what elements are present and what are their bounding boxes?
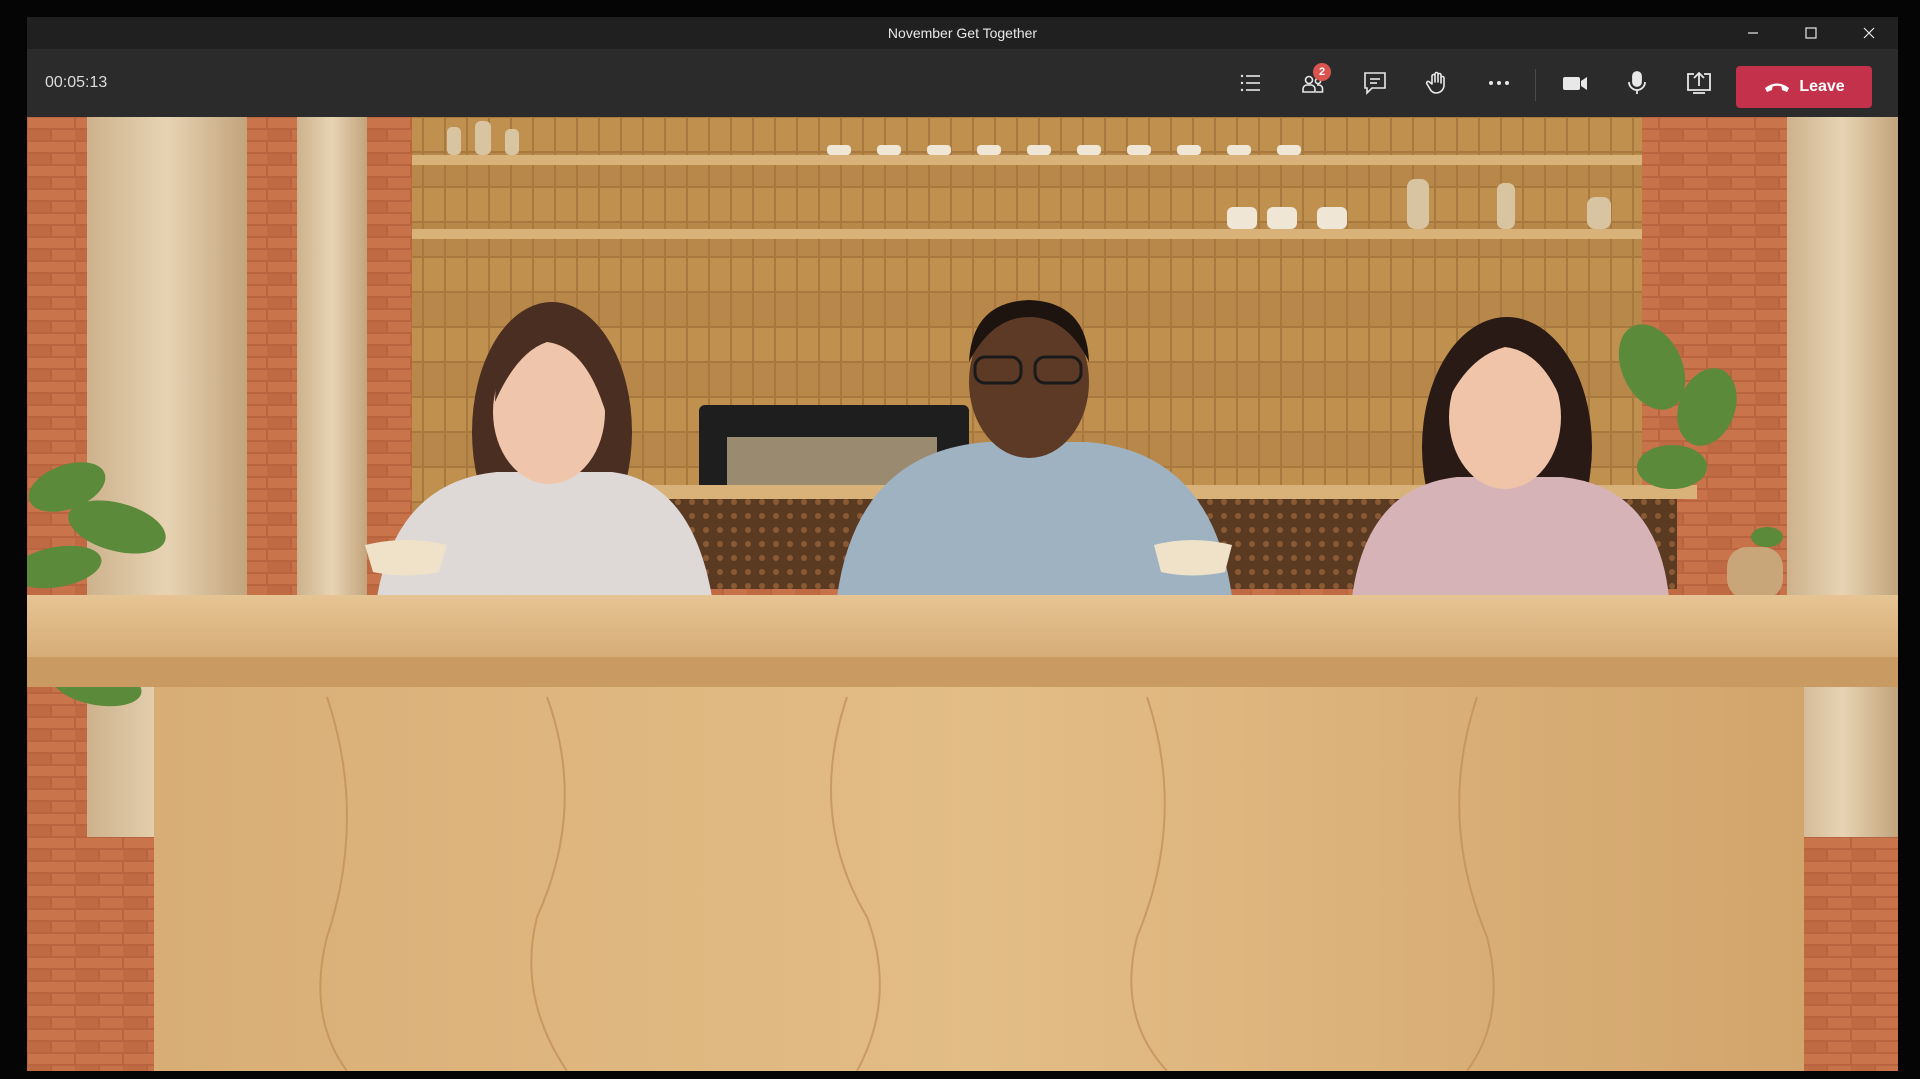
- chat-button[interactable]: [1355, 63, 1395, 103]
- leave-button[interactable]: Leave: [1736, 66, 1872, 108]
- share-screen-button[interactable]: [1679, 63, 1719, 103]
- microphone-button[interactable]: [1617, 63, 1657, 103]
- maximize-icon: [1805, 27, 1817, 39]
- close-icon: [1863, 27, 1875, 39]
- more-icon: [1489, 81, 1509, 85]
- meeting-toolbar: 00:05:13 2 Leave: [27, 49, 1898, 117]
- more-options-button[interactable]: [1479, 63, 1519, 103]
- raise-hand-icon: [1425, 71, 1445, 94]
- list-icon: [1240, 74, 1260, 92]
- participants-badge: 2: [1313, 63, 1331, 81]
- meeting-timer: 00:05:13: [45, 74, 108, 91]
- camera-icon: [1563, 77, 1587, 90]
- leave-label: Leave: [1799, 78, 1845, 95]
- window-title: November Get Together: [887, 25, 1038, 41]
- share-screen-icon: [1687, 71, 1711, 94]
- microphone-icon: [1628, 71, 1646, 94]
- camera-button[interactable]: [1555, 63, 1595, 103]
- toolbar-divider: [1535, 69, 1536, 101]
- raise-hand-button[interactable]: [1417, 63, 1457, 103]
- show-list-button[interactable]: [1231, 63, 1271, 103]
- minimize-button[interactable]: [1724, 17, 1782, 49]
- minimize-icon: [1748, 32, 1758, 34]
- close-button[interactable]: [1840, 17, 1898, 49]
- participants-button[interactable]: 2: [1293, 63, 1333, 103]
- phone-hangup-icon: [1765, 83, 1790, 92]
- together-mode-stage: [27, 117, 1898, 1071]
- chat-icon: [1364, 72, 1386, 95]
- title-bar: November Get Together: [27, 17, 1898, 49]
- cafe-scene: [27, 117, 1898, 1071]
- maximize-button[interactable]: [1782, 17, 1840, 49]
- meeting-window: November Get Together 00:05:13 2 Leave: [27, 17, 1898, 1071]
